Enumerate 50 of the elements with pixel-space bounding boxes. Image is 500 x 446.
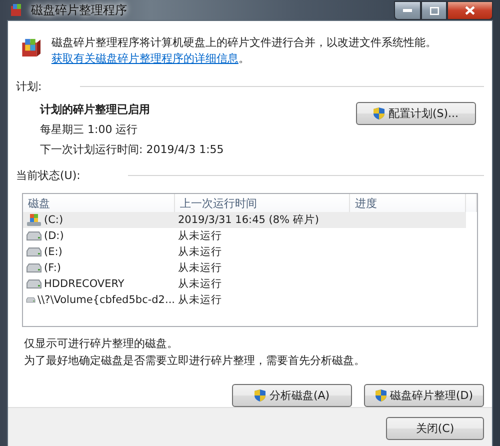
system-drive-icon bbox=[26, 213, 42, 227]
column-header[interactable]: 磁盘 bbox=[23, 194, 175, 212]
column-header[interactable]: 上一次运行时间 bbox=[175, 194, 350, 212]
action-button[interactable]: 磁盘碎片整理(D) bbox=[364, 384, 484, 407]
shield-icon bbox=[373, 107, 386, 120]
last-run-text: 从未运行 bbox=[178, 293, 222, 307]
shield-icon bbox=[374, 389, 387, 402]
drive-icon bbox=[26, 231, 42, 241]
shield-icon bbox=[254, 389, 266, 402]
drive-icon bbox=[26, 263, 42, 273]
maximize-button[interactable] bbox=[421, 1, 447, 20]
disk-row[interactable]: \\?\Volume{cbfed5bc-d2... 从未运行 bbox=[23, 292, 466, 308]
disk-name: (C:) bbox=[44, 214, 64, 226]
last-run-text: 从未运行 bbox=[178, 261, 222, 275]
next-run-text: 下一次计划运行时间: 2019/4/3 1:55 bbox=[40, 142, 224, 158]
minimize-icon bbox=[403, 9, 412, 12]
disk-name: \\?\Volume{cbfed5bc-d2... bbox=[38, 294, 175, 306]
configure-schedule-button[interactable]: 配置计划(S)... bbox=[356, 102, 476, 125]
disk-name: HDDRECOVERY bbox=[44, 278, 124, 290]
note-text: 为了最好地确定磁盘是否需要立即进行碎片整理，需要首先分析磁盘。 bbox=[24, 353, 366, 369]
disk-name: (D:) bbox=[44, 230, 64, 242]
disk-name: (E:) bbox=[44, 246, 62, 258]
close-button[interactable] bbox=[447, 1, 493, 20]
maximize-icon bbox=[430, 6, 438, 14]
last-run-text: 从未运行 bbox=[178, 277, 222, 291]
drive-icon bbox=[26, 279, 42, 289]
close-dialog-button[interactable]: 关闭(C) bbox=[386, 416, 484, 440]
window-title: 磁盘碎片整理程序 bbox=[31, 2, 128, 18]
column-header[interactable]: 进度 bbox=[350, 194, 466, 212]
close-icon bbox=[465, 6, 475, 15]
details-link[interactable]: 获取有关磁盘碎片整理程序的详细信息 bbox=[51, 51, 238, 67]
disk-name: (F:) bbox=[44, 262, 61, 274]
section-label: 计划: bbox=[16, 79, 42, 94]
description-text: 磁盘碎片整理程序将计算机硬盘上的碎片文件进行合并，以改进文件系统性能。 获取有关磁盘碎片整理程序的详细信息。 bbox=[51, 35, 438, 67]
last-run-text: 2019/3/31 16:45 (8% 碎片) bbox=[178, 213, 319, 227]
section-label: 当前状态(U): bbox=[16, 168, 80, 183]
drive-icon bbox=[26, 247, 42, 257]
schedule-status: 计划的碎片整理已启用 bbox=[40, 102, 151, 118]
last-run-text: 从未运行 bbox=[178, 245, 222, 259]
disk-row[interactable]: (D:) 从未运行 bbox=[23, 228, 466, 244]
disk-row[interactable]: (E:) 从未运行 bbox=[23, 244, 466, 260]
disk-row[interactable]: HDDRECOVERY 从未运行 bbox=[23, 276, 466, 292]
minimize-button[interactable] bbox=[394, 1, 421, 20]
schedule-frequency: 每星期三 1:00 运行 bbox=[40, 122, 139, 138]
drive-icon bbox=[26, 295, 36, 305]
last-run-text: 从未运行 bbox=[178, 229, 222, 243]
note-text: 仅显示可进行碎片整理的磁盘。 bbox=[24, 336, 179, 352]
disk-row[interactable]: (C:) 2019/3/31 16:45 (8% 碎片) bbox=[23, 212, 466, 228]
action-button[interactable]: 分析磁盘(A) bbox=[232, 384, 352, 407]
disk-row[interactable]: (F:) 从未运行 bbox=[23, 260, 466, 276]
